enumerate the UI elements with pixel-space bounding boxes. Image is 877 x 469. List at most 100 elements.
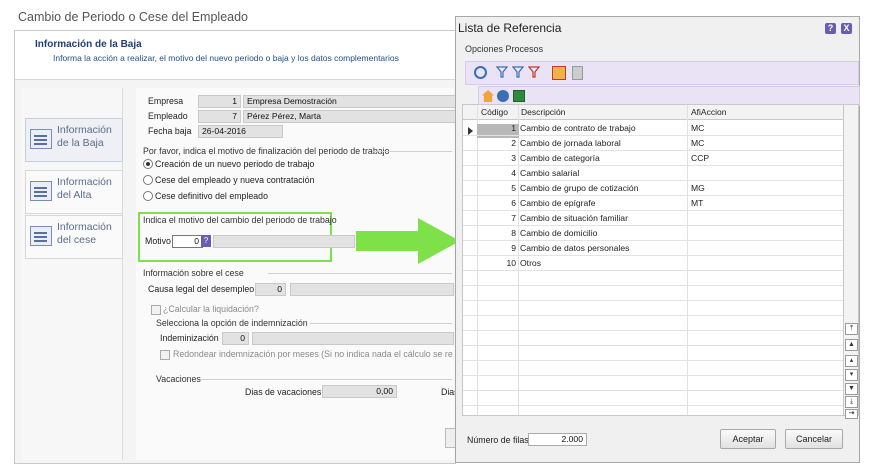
radio-label: Cese del empleado y nueva contratación: [155, 175, 315, 185]
table-cell-code: 4: [511, 168, 516, 178]
table-cell-desc: Cambio de domicilio: [520, 228, 598, 238]
form-icon: [30, 226, 52, 246]
col-header-codigo[interactable]: Código: [481, 107, 508, 117]
form-icon: [30, 129, 52, 149]
table-cell-desc: Cambio de contrato de trabajo: [520, 123, 636, 133]
empresa-name: Empresa Demostración: [243, 95, 456, 108]
navigate-icon[interactable]: [497, 90, 509, 102]
redondear-checkbox[interactable]: [160, 350, 170, 360]
table-row-empty: [463, 360, 844, 376]
table-cell-desc: Cambio de grupo de cotización: [520, 183, 639, 193]
table-cell-desc: Cambio de jornada laboral: [520, 138, 621, 148]
scroll-page-down-icon[interactable]: ▼: [845, 383, 858, 395]
table-row[interactable]: 4 Cambio salarial: [463, 165, 844, 181]
table-row-empty: [463, 375, 844, 391]
rows-count-label: Número de filas:: [467, 435, 532, 445]
table-row-empty: [463, 285, 844, 301]
table-cell-desc: Cambio de datos personales: [520, 243, 630, 253]
table-row[interactable]: 1 Cambio de contrato de trabajo MC: [463, 120, 844, 136]
excel-icon[interactable]: [513, 90, 525, 102]
table-row[interactable]: 10 Otros: [463, 255, 844, 271]
divider: [200, 379, 452, 380]
calc-liquidacion-label: ¿Calcular la liquidación?: [163, 304, 259, 314]
scroll-down-icon[interactable]: ▾: [845, 369, 858, 381]
table-row[interactable]: 9 Cambio de datos personales: [463, 240, 844, 256]
empresa-code: 1: [198, 95, 241, 108]
info-header-subtitle: Informa la acción a realizar, el motivo …: [53, 53, 399, 63]
causa-label: Causa legal del desempleo: [148, 284, 255, 294]
menu-opciones[interactable]: Opciones: [465, 44, 503, 54]
filter-icon[interactable]: [496, 66, 508, 78]
col-header-afiaccion[interactable]: AfiAccion: [691, 107, 726, 117]
table-cell-desc: Cambio de epígrafe: [520, 198, 596, 208]
form-icon: [30, 181, 52, 201]
col-header-descripcion[interactable]: Descripción: [521, 107, 565, 117]
indem-label: Indeminización: [160, 333, 219, 343]
table-row-empty: [463, 315, 844, 331]
fecha-baja-label: Fecha baja: [148, 126, 192, 136]
dialog-menubar: Opciones Procesos: [465, 44, 543, 54]
causa-description: [290, 283, 454, 296]
calc-liquidacion-checkbox[interactable]: [151, 305, 161, 315]
accept-button[interactable]: Aceptar: [720, 429, 776, 449]
table-cell-code: 10: [506, 258, 516, 268]
table-row-empty: [463, 345, 844, 361]
table-cell-acc: MC: [691, 138, 705, 148]
menu-procesos[interactable]: Procesos: [506, 44, 544, 54]
lookup-icon[interactable]: ?: [201, 235, 211, 247]
table-row[interactable]: 8 Cambio de domicilio: [463, 225, 844, 241]
dialog-toolbar-secondary: [478, 86, 860, 106]
scroll-up-icon[interactable]: ▴: [845, 355, 858, 367]
table-cell-acc: CCP: [691, 153, 710, 163]
filter-add-icon[interactable]: [512, 66, 524, 78]
nav-item-label: Información: [57, 176, 112, 188]
info-header: Información de la Baja Informa la acción…: [15, 31, 455, 80]
radio-cese-definitivo[interactable]: [143, 191, 153, 201]
help-button[interactable]: ?: [825, 23, 836, 34]
nav-item-baja[interactable]: Información de la Baja: [25, 118, 123, 162]
radio-cese-nueva[interactable]: [143, 175, 153, 185]
cancel-button[interactable]: Cancelar: [785, 429, 843, 449]
nav-item-cese[interactable]: Información del cese: [25, 215, 123, 259]
document-icon[interactable]: [572, 66, 583, 80]
scroll-export-icon[interactable]: ⇥: [845, 409, 858, 419]
motivo-input[interactable]: 0: [172, 235, 203, 248]
close-button[interactable]: X: [841, 23, 852, 34]
scroll-first-icon[interactable]: ⤒: [845, 323, 858, 335]
table-header: Código Descripción AfiAccion: [463, 105, 844, 120]
home-icon[interactable]: [482, 90, 494, 102]
table-row[interactable]: 5 Cambio de grupo de cotización MG: [463, 180, 844, 196]
dias-vacaciones-field[interactable]: 0,00: [322, 385, 397, 398]
table-cell-desc: Otros: [520, 258, 542, 268]
filter-clear-icon[interactable]: [528, 66, 540, 78]
scroll-last-icon[interactable]: ⤓: [845, 396, 858, 408]
nav-item-label: Información: [57, 221, 112, 233]
indem-group-title: Selecciona la opción de indemnización: [156, 318, 308, 328]
radio-label: Creación de un nuevo periodo de trabajo: [155, 159, 315, 169]
delete-filter-icon[interactable]: [552, 66, 566, 80]
indem-code[interactable]: 0: [222, 332, 249, 345]
empleado-name: Pérez Pérez, Marta: [243, 110, 456, 123]
fecha-baja-field[interactable]: 26-04-2016: [198, 125, 283, 138]
table-row[interactable]: 3 Cambio de categoría CCP: [463, 150, 844, 166]
table-scrollbar[interactable]: ⤒ ▲ ▴ ▾ ▼ ⤓ ⇥: [843, 104, 859, 419]
nav-item-alta[interactable]: Información del Alta: [25, 170, 123, 214]
empleado-label: Empleado: [148, 111, 188, 121]
nav-item-label: del Alta: [57, 189, 92, 201]
nav-item-label: del cese: [57, 234, 97, 246]
rows-count-input[interactable]: 2.000: [528, 433, 587, 446]
table-row[interactable]: 2 Cambio de jornada laboral MC: [463, 135, 844, 151]
table-row[interactable]: 6 Cambio de epígrafe MT: [463, 195, 844, 211]
causa-code[interactable]: 0: [255, 283, 286, 296]
radio-nuevo-periodo[interactable]: [143, 159, 153, 169]
motivo-group-title: Por favor, indica el motivo de finalizac…: [143, 146, 390, 156]
table-row-empty: [463, 300, 844, 316]
table-cell-code: 8: [511, 228, 516, 238]
table-cell-code: 7: [511, 213, 516, 223]
radio-label: Cese definitivo del empleado: [155, 191, 268, 201]
redondear-label: Redondear indemnización por meses (Si no…: [173, 349, 453, 359]
scroll-page-up-icon[interactable]: ▲: [845, 339, 858, 351]
table-row[interactable]: 7 Cambio de situación familiar: [463, 210, 844, 226]
refresh-icon[interactable]: [474, 66, 487, 79]
table-cell-code: 2: [511, 138, 516, 148]
